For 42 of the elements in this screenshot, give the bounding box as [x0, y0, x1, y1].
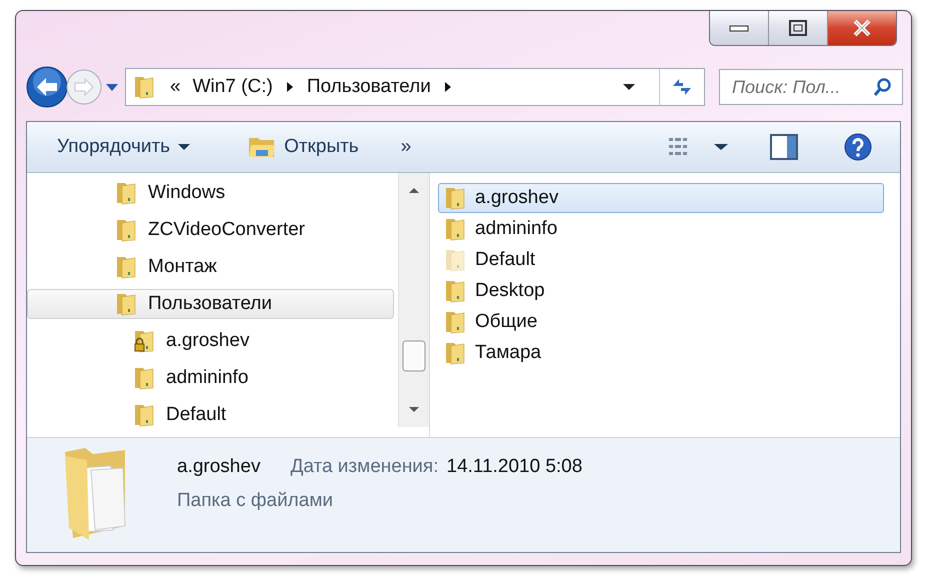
organize-button[interactable]: Упорядочить	[47, 130, 200, 164]
preview-pane-icon[interactable]	[770, 134, 798, 160]
tree-item[interactable]: Default	[27, 400, 394, 430]
tree-item[interactable]: a.groshev	[27, 326, 394, 356]
tree-item[interactable]: ZCVideoConverter	[27, 215, 394, 245]
back-button[interactable]	[26, 66, 68, 108]
file-type: Папка с файлами	[177, 490, 334, 512]
help-icon[interactable]	[844, 133, 872, 161]
open-button[interactable]: Открыть	[238, 129, 369, 165]
maximize-icon	[789, 20, 807, 36]
tree-item[interactable]: Монтаж	[27, 252, 394, 282]
close-button[interactable]	[828, 11, 896, 45]
close-icon	[852, 19, 872, 37]
breadcrumb[interactable]: Win7 (C:)	[192, 76, 273, 98]
file-item[interactable]: Общие	[438, 307, 884, 337]
date-label: Дата изменения:	[290, 456, 438, 478]
caret-icon	[178, 143, 190, 151]
file-item[interactable]: a.groshev	[438, 183, 884, 213]
address-bar[interactable]: « Win7 (C:) Пользователи	[125, 68, 705, 106]
tree-item[interactable]: Пользователи	[27, 289, 394, 319]
date-value: 14.11.2010 5:08	[446, 456, 582, 478]
search-field[interactable]: Поиск: Пол...	[719, 69, 903, 105]
more-button[interactable]: »	[390, 130, 422, 164]
minimize-icon	[729, 24, 749, 32]
file-item[interactable]: admininfo	[438, 214, 884, 244]
file-name: a.groshev	[177, 456, 260, 478]
breadcrumb[interactable]: Пользователи	[306, 76, 431, 98]
dropdown-icon[interactable]	[623, 83, 635, 91]
tree-item[interactable]: admininfo	[27, 363, 394, 393]
file-item[interactable]: Default	[438, 245, 884, 275]
history-dropdown-icon[interactable]	[105, 82, 119, 92]
dropdown-icon[interactable]	[714, 143, 728, 151]
tree-item[interactable]: Windows	[27, 178, 394, 208]
file-item[interactable]: Тамара	[438, 338, 884, 368]
minimize-button[interactable]	[710, 11, 769, 45]
chevron-icon[interactable]	[442, 81, 453, 93]
maximize-button[interactable]	[769, 11, 828, 45]
folder-icon	[248, 135, 276, 159]
file-item[interactable]: Desktop	[438, 276, 884, 306]
folder-icon	[134, 75, 154, 99]
overflow-text[interactable]: «	[170, 76, 181, 98]
chevron-icon[interactable]	[284, 81, 295, 93]
